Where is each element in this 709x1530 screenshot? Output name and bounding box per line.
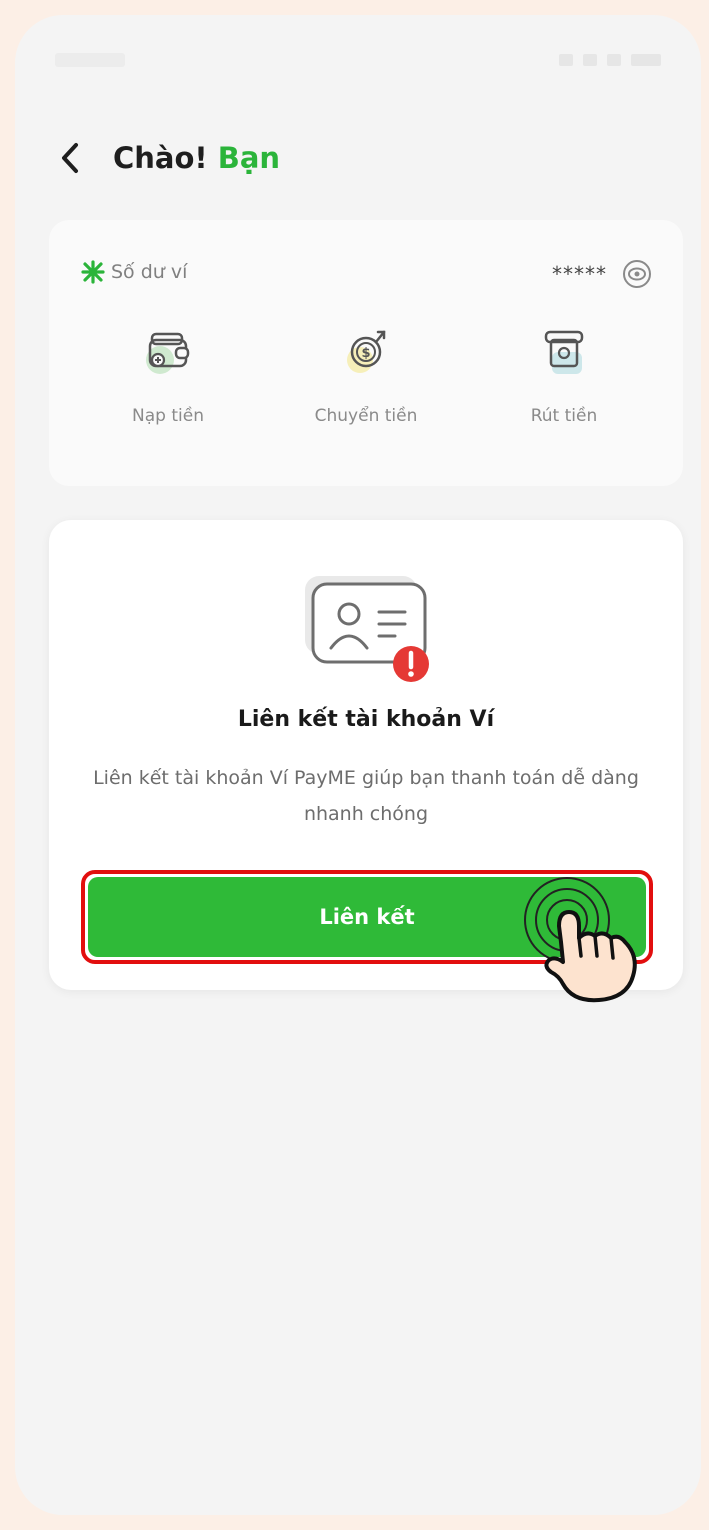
link-card-title: Liên kết tài khoản Ví: [237, 707, 495, 732]
atm-withdraw-icon: [534, 320, 594, 380]
action-withdraw-label: Rút tiền: [530, 406, 598, 426]
chevron-left-icon: [62, 143, 78, 173]
status-icons: [559, 54, 661, 66]
title-greeting: Chào!: [113, 141, 218, 175]
wallet-card: Số dư ví ***** Nạp tiền $ Chuyển tiền Rú…: [49, 220, 683, 486]
id-card-alert-icon: [305, 576, 429, 682]
phone-screen: Chào! Bạn Số dư ví ***** Nạp tiền $ Chuy…: [15, 15, 701, 1515]
wallet-balance-label: Số dư ví: [81, 260, 187, 284]
action-topup[interactable]: Nạp tiền: [78, 320, 258, 426]
header: Chào! Bạn: [55, 133, 280, 183]
wifi-icon: [607, 54, 621, 66]
balance-masked: *****: [552, 262, 607, 286]
tap-hand-icon: [524, 877, 637, 1003]
link-card-description: Liên kết tài khoản Ví PayME giúp bạn tha…: [93, 767, 639, 825]
back-button[interactable]: [55, 138, 85, 178]
eye-icon: [623, 260, 651, 288]
status-bar: [55, 45, 661, 75]
action-transfer[interactable]: $ Chuyển tiền: [276, 320, 456, 426]
signal-icon: [559, 54, 573, 66]
wallet-topup-icon: [138, 320, 198, 380]
action-withdraw[interactable]: Rút tiền: [474, 320, 654, 426]
status-time: [55, 53, 125, 67]
money-transfer-icon: $: [336, 320, 396, 380]
wallet-actions: Nạp tiền $ Chuyển tiền Rút tiền: [49, 320, 683, 426]
battery-icon: [631, 54, 661, 66]
action-transfer-label: Chuyển tiền: [314, 406, 418, 426]
wallet-label-text: Số dư ví: [111, 261, 188, 283]
toggle-balance-button[interactable]: [621, 258, 653, 290]
svg-text:$: $: [361, 346, 370, 361]
page-title: Chào! Bạn: [113, 141, 280, 175]
wallet-balance: *****: [552, 258, 653, 290]
title-name: Bạn: [217, 141, 281, 175]
action-topup-label: Nạp tiền: [132, 406, 204, 426]
payme-logo-icon: [81, 260, 105, 284]
signal-icon: [583, 54, 597, 66]
